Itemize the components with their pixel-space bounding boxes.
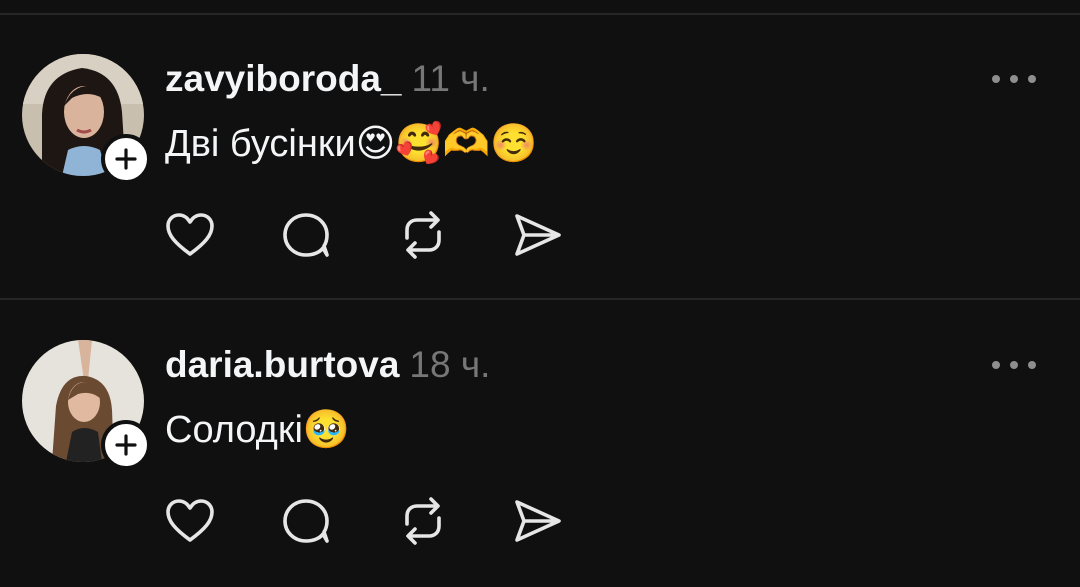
share-button[interactable] xyxy=(512,495,564,547)
timestamp: 18 ч. xyxy=(409,344,491,385)
heart-icon xyxy=(166,213,214,256)
dot-icon xyxy=(1010,361,1018,369)
dot-icon xyxy=(1010,75,1018,83)
thread-post[interactable]: zavyiboroda_ 11 ч. Дві бусінки😍🥰🫶☺️ xyxy=(0,0,1080,298)
follow-button[interactable] xyxy=(101,134,151,184)
dot-icon xyxy=(992,75,1000,83)
thread-post[interactable]: daria.burtova 18 ч. Солодкі🥹 xyxy=(0,300,1080,587)
comment-button[interactable] xyxy=(280,495,332,547)
post-text: Солодкі🥹 xyxy=(165,409,351,451)
repost-button[interactable] xyxy=(397,209,449,261)
follow-button[interactable] xyxy=(101,420,151,470)
more-options-button[interactable] xyxy=(992,67,1036,91)
like-button[interactable] xyxy=(164,495,216,547)
share-icon xyxy=(515,214,561,256)
repost-icon xyxy=(405,497,441,545)
timestamp: 11 ч. xyxy=(411,58,490,99)
username[interactable]: zavyiboroda_ xyxy=(165,58,401,99)
repost-button[interactable] xyxy=(397,495,449,547)
comment-icon xyxy=(283,213,329,257)
share-icon xyxy=(515,500,561,542)
dot-icon xyxy=(1028,75,1036,83)
plus-icon xyxy=(115,148,137,170)
post-header: daria.burtova 18 ч. xyxy=(165,343,490,387)
heart-icon xyxy=(166,499,214,542)
more-options-button[interactable] xyxy=(992,353,1036,377)
post-text: Дві бусінки😍🥰🫶☺️ xyxy=(165,123,538,165)
like-button[interactable] xyxy=(164,209,216,261)
dot-icon xyxy=(1028,361,1036,369)
share-button[interactable] xyxy=(512,209,564,261)
username[interactable]: daria.burtova xyxy=(165,344,399,385)
plus-icon xyxy=(115,434,137,456)
repost-icon xyxy=(405,211,441,259)
comment-icon xyxy=(283,499,329,543)
dot-icon xyxy=(992,361,1000,369)
post-header: zavyiboroda_ 11 ч. xyxy=(165,57,490,101)
comment-button[interactable] xyxy=(280,209,332,261)
